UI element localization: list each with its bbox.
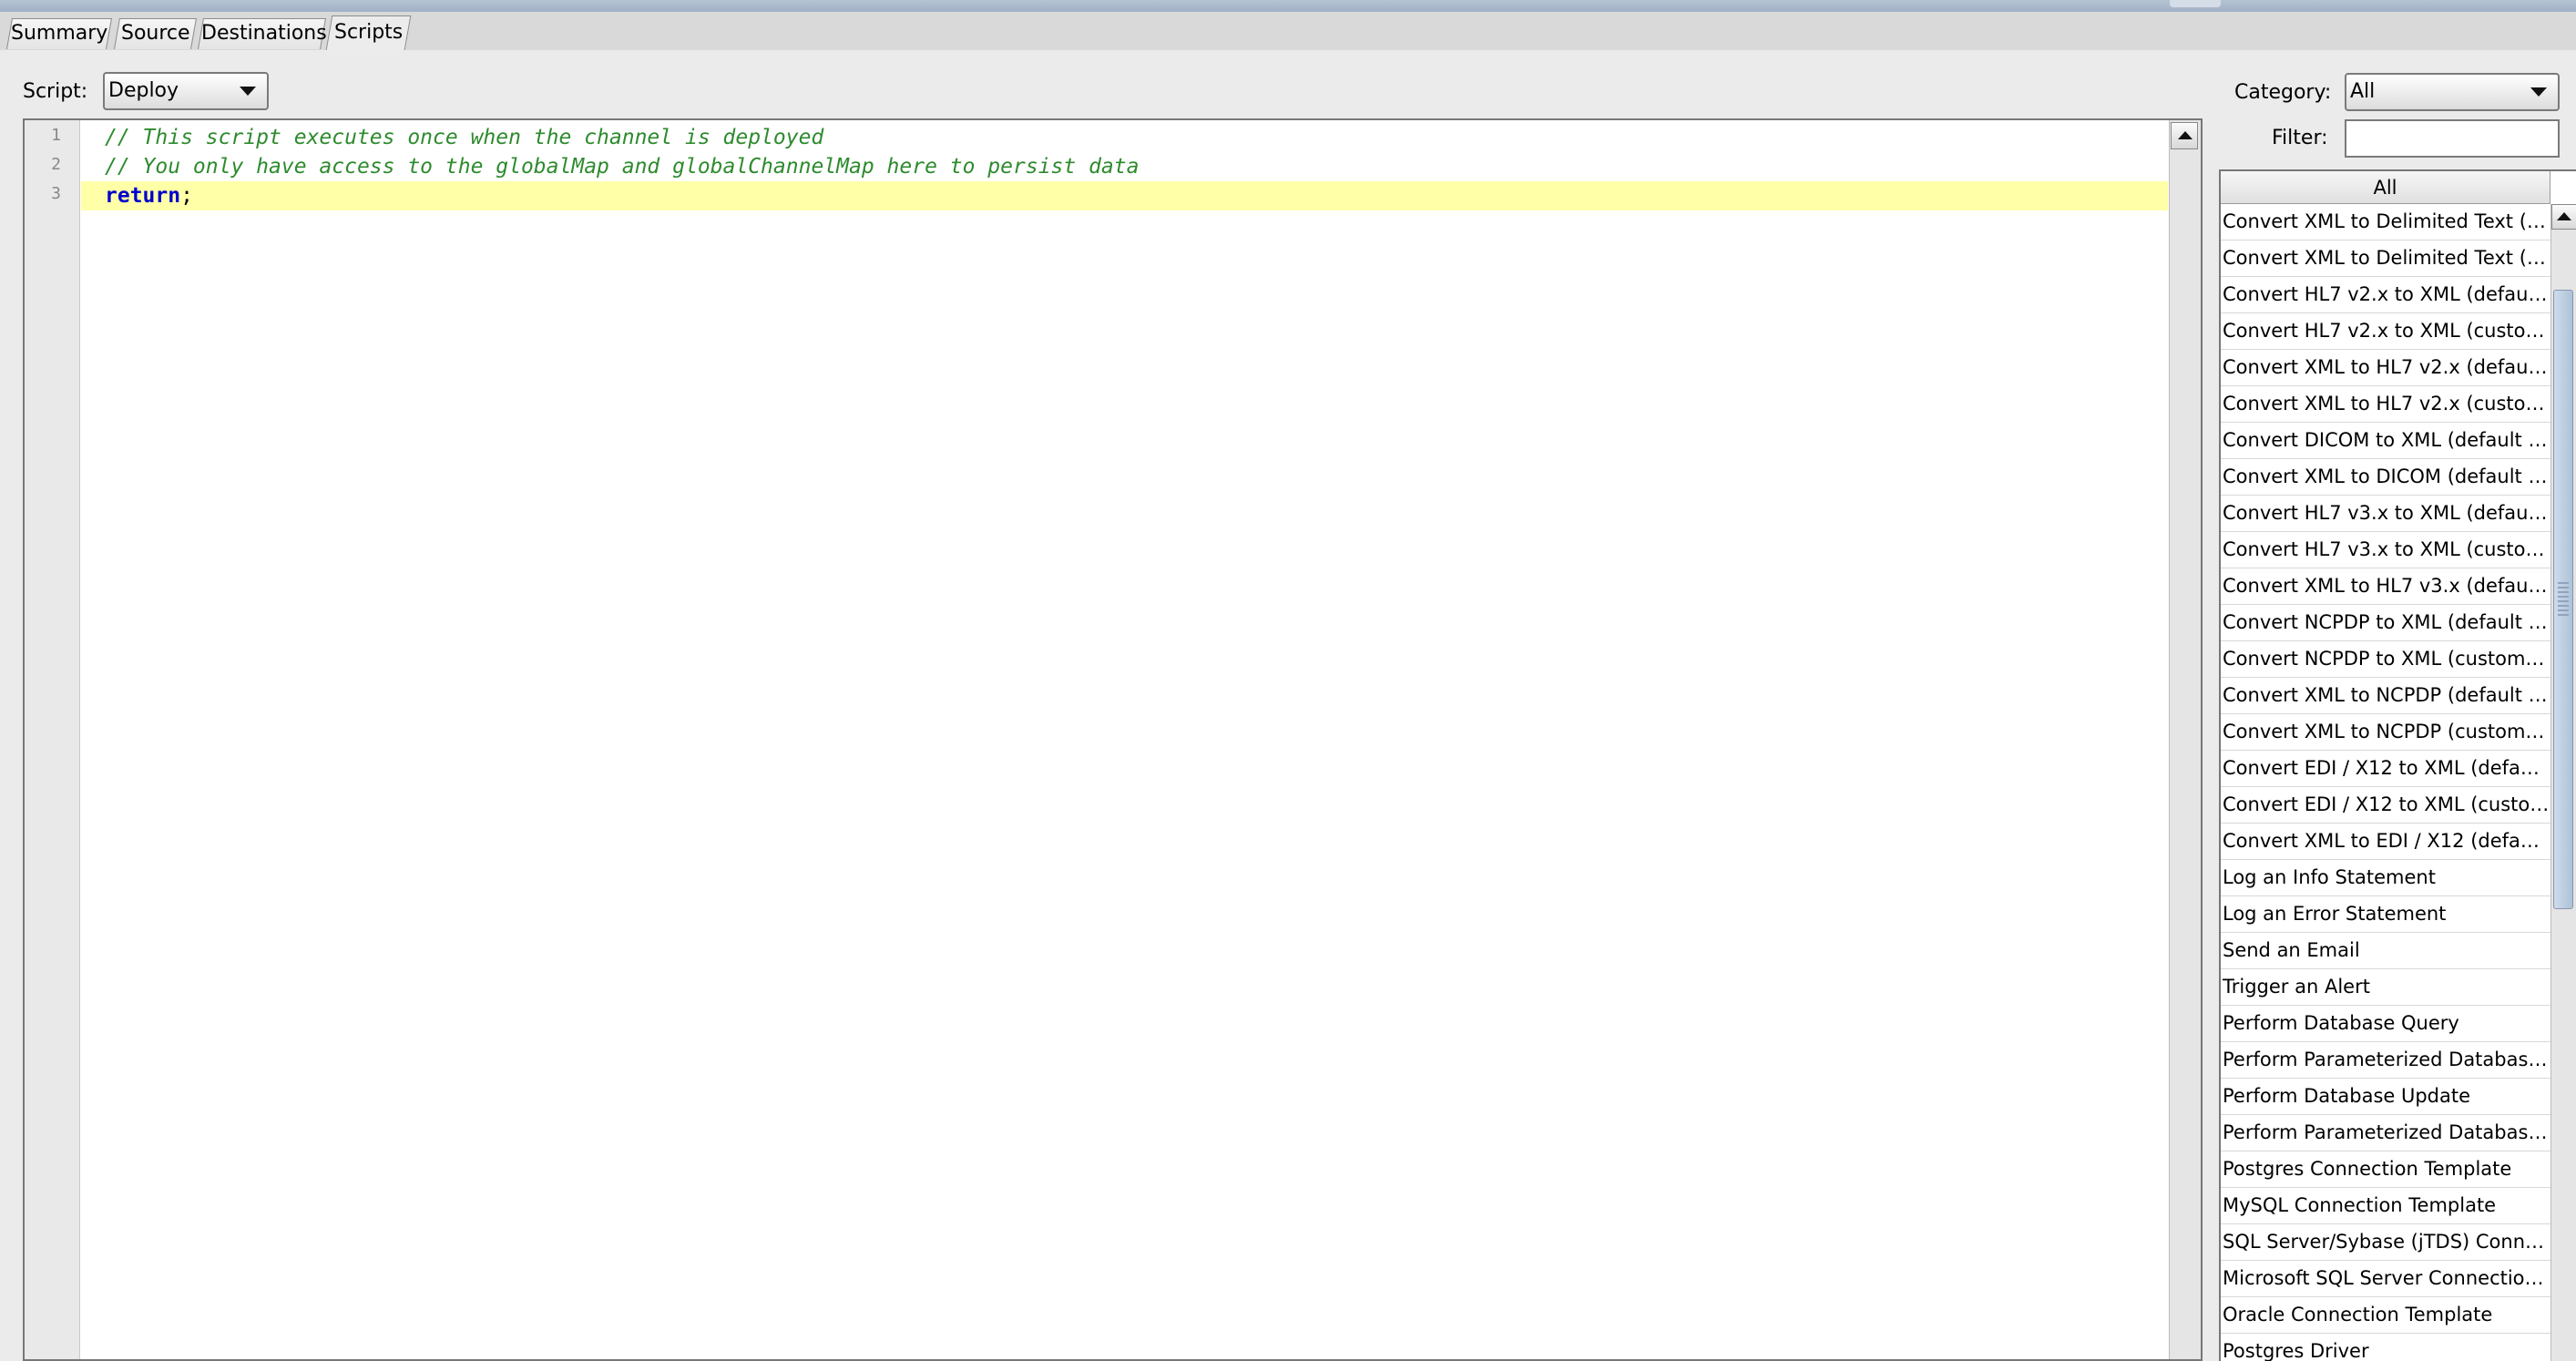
code-keyword: return	[105, 184, 181, 208]
category-dropdown[interactable]: All	[2345, 73, 2560, 111]
list-item[interactable]: Convert DICOM to XML (default parameters…	[2221, 423, 2550, 459]
line-number: 2	[51, 155, 61, 174]
list-item[interactable]: Convert HL7 v2.x to XML (default paramet…	[2221, 277, 2550, 313]
tab-bar: Summary Source Destinations Scripts	[0, 12, 2576, 50]
script-dropdown-value: Deploy	[108, 79, 179, 102]
list-item[interactable]: Convert XML to Delimited Text (custom pa…	[2221, 240, 2550, 277]
list-item[interactable]: Convert EDI / X12 to XML (custom paramet…	[2221, 787, 2550, 824]
list-item[interactable]: Microsoft SQL Server Connection Template	[2221, 1261, 2550, 1297]
scroll-up-button[interactable]	[2171, 122, 2198, 149]
list-item[interactable]: Convert XML to HL7 v2.x (default paramet…	[2221, 350, 2550, 386]
list-item[interactable]: MySQL Connection Template	[2221, 1188, 2550, 1224]
list-item[interactable]: Convert EDI / X12 to XML (default parame…	[2221, 751, 2550, 787]
line-number: 3	[51, 184, 61, 203]
list-item[interactable]: Postgres Connection Template	[2221, 1151, 2550, 1188]
list-item[interactable]: Perform Database Update	[2221, 1079, 2550, 1115]
arrow-up-icon	[2557, 212, 2571, 220]
list-item[interactable]: Log an Error Statement	[2221, 896, 2550, 933]
list-item[interactable]: Convert NCPDP to XML (custom parameters)	[2221, 641, 2550, 678]
window-title-strip	[0, 0, 2576, 12]
line-number-gutter: 1 2 3	[25, 120, 80, 1359]
tab-scripts[interactable]: Scripts	[325, 15, 412, 50]
list-item[interactable]: Oracle Connection Template	[2221, 1297, 2550, 1334]
list-item[interactable]: Trigger an Alert	[2221, 969, 2550, 1006]
code-line[interactable]: // You only have access to the globalMap…	[81, 152, 2168, 181]
editor-vertical-scrollbar[interactable]	[2169, 120, 2201, 1359]
list-item[interactable]: Perform Parameterized Database Update	[2221, 1115, 2550, 1151]
code-text: ;	[180, 184, 193, 208]
scroll-up-button[interactable]	[2551, 204, 2576, 230]
filter-input[interactable]	[2345, 119, 2560, 158]
code-line[interactable]: // This script executes once when the ch…	[81, 123, 2168, 152]
scroll-thumb[interactable]	[2553, 290, 2573, 909]
title-strip-control	[2170, 0, 2221, 7]
filter-label: Filter:	[2272, 127, 2328, 149]
chevron-down-icon	[2530, 87, 2547, 97]
list-vertical-scrollbar[interactable]	[2550, 204, 2576, 1361]
list-column-header[interactable]: All	[2221, 171, 2550, 204]
code-template-list: All Convert XML to Delimited Text (defau…	[2219, 169, 2576, 1361]
template-items: Convert XML to Delimited Text (default p…	[2221, 204, 2550, 1361]
list-item[interactable]: Convert XML to Delimited Text (default p…	[2221, 204, 2550, 240]
list-item[interactable]: Convert XML to EDI / X12 (default parame…	[2221, 824, 2550, 860]
list-item[interactable]: SQL Server/Sybase (jTDS) Connection Temp…	[2221, 1224, 2550, 1261]
list-item[interactable]: Perform Database Query	[2221, 1006, 2550, 1042]
list-item[interactable]: Perform Parameterized Database Query	[2221, 1042, 2550, 1079]
list-item[interactable]: Convert HL7 v3.x to XML (default paramet…	[2221, 496, 2550, 532]
tab-source[interactable]: Source	[114, 18, 197, 49]
script-dropdown[interactable]: Deploy	[103, 72, 269, 110]
list-item[interactable]: Convert XML to NCPDP (custom parameters)	[2221, 714, 2550, 751]
line-number: 1	[51, 126, 61, 145]
list-item[interactable]: Convert XML to NCPDP (default parameters…	[2221, 678, 2550, 714]
code-line-current[interactable]: return;	[81, 181, 2168, 210]
category-label: Category:	[2234, 81, 2332, 104]
script-label: Script:	[23, 80, 88, 103]
list-item[interactable]: Convert NCPDP to XML (default parameters…	[2221, 605, 2550, 641]
category-dropdown-value: All	[2350, 80, 2376, 103]
list-item[interactable]: Convert XML to HL7 v3.x (default paramet…	[2221, 568, 2550, 605]
chevron-down-icon	[240, 87, 256, 96]
list-item[interactable]: Convert XML to DICOM (default parameters…	[2221, 459, 2550, 496]
tab-destinations[interactable]: Destinations	[198, 18, 327, 49]
list-item[interactable]: Log an Info Statement	[2221, 860, 2550, 896]
grip-icon	[2558, 582, 2569, 619]
script-editor[interactable]: 1 2 3 // This script executes once when …	[23, 118, 2203, 1361]
list-item[interactable]: Convert HL7 v2.x to XML (custom paramete…	[2221, 313, 2550, 350]
list-item[interactable]: Convert XML to HL7 v2.x (custom paramete…	[2221, 386, 2550, 423]
tab-summary[interactable]: Summary	[6, 18, 112, 49]
arrow-up-icon	[2178, 131, 2193, 139]
list-item[interactable]: Convert HL7 v3.x to XML (custom paramete…	[2221, 532, 2550, 568]
list-item[interactable]: Send an Email	[2221, 933, 2550, 969]
list-item[interactable]: Postgres Driver	[2221, 1334, 2550, 1361]
